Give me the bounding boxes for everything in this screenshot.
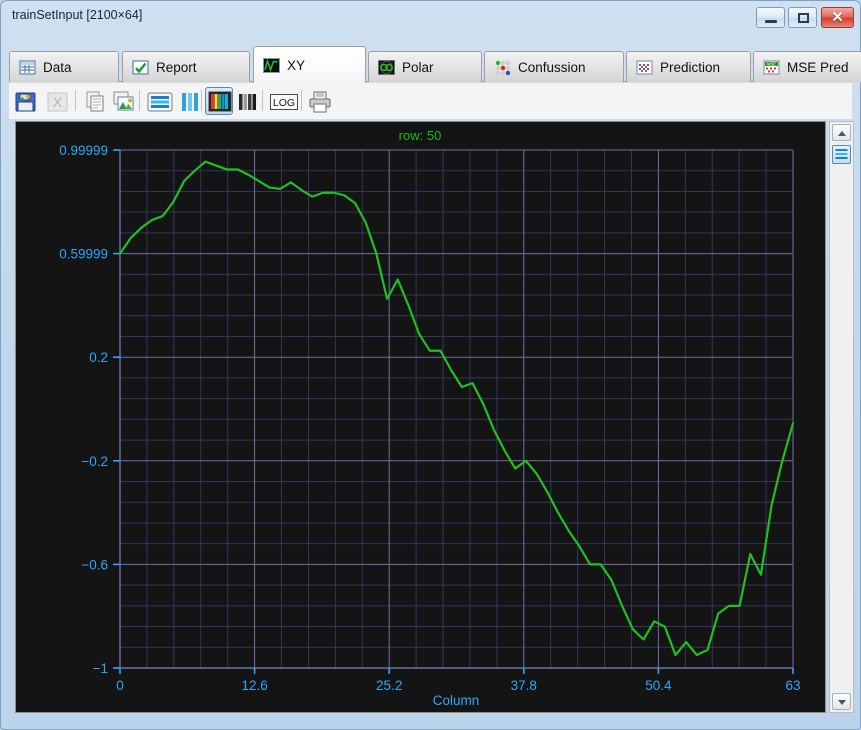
tab-data-label: Data xyxy=(43,59,72,75)
svg-text:−0.2: −0.2 xyxy=(81,454,108,469)
chart-title: row: 50 xyxy=(399,128,442,143)
svg-text:37.8: 37.8 xyxy=(511,678,537,693)
svg-text:X: X xyxy=(53,94,63,110)
tab-polar-label: Polar xyxy=(402,59,434,75)
xy-chart-panel[interactable]: 0 12.6 25.2 37.8 50.4 63 0.99999 0.59999 0.2 −0.2… xyxy=(15,121,826,713)
svg-text:LOG: LOG xyxy=(273,97,295,109)
chevron-up-icon xyxy=(838,131,846,136)
log-scale-button[interactable]: LOG xyxy=(267,87,299,115)
scroll-down-button[interactable] xyxy=(832,693,851,710)
x-axis-label: Column xyxy=(433,693,480,708)
toolbar-separator xyxy=(301,90,302,111)
xy-plot: 0 12.6 25.2 37.8 50.4 63 0.99999 0.59999 0.2 −0.2… xyxy=(16,122,825,712)
close-icon: ✕ xyxy=(831,9,844,26)
table-icon xyxy=(19,59,36,76)
toolbar-separator xyxy=(139,90,140,111)
maximize-button[interactable] xyxy=(788,7,817,28)
minimize-button[interactable] xyxy=(756,7,785,28)
window-title: trainSetInput [2100×64] xyxy=(12,8,143,22)
tab-polar[interactable]: Polar xyxy=(368,51,482,82)
plot-background xyxy=(16,122,825,712)
copy-data-button[interactable] xyxy=(81,87,109,115)
svg-text:0.99999: 0.99999 xyxy=(59,143,108,158)
mse-grid-icon: MSE xyxy=(763,59,780,76)
close-button[interactable]: ✕ xyxy=(821,7,854,28)
svg-text:0.2: 0.2 xyxy=(89,350,108,365)
horizontal-lines-button[interactable] xyxy=(145,87,173,115)
svg-text:0: 0 xyxy=(116,678,124,693)
polar-icon xyxy=(378,59,395,76)
gray-bars-button[interactable] xyxy=(233,87,261,115)
tab-prediction[interactable]: Prediction xyxy=(626,51,751,82)
scroll-up-button[interactable] xyxy=(832,124,851,141)
checkmark-icon xyxy=(132,59,149,76)
svg-text:0.59999: 0.59999 xyxy=(59,247,108,262)
tab-bar: Data Report XY Polar Confussion Predicti… xyxy=(9,46,861,83)
waveform-icon xyxy=(263,57,280,74)
toolbar-separator xyxy=(75,90,76,111)
tab-mse-pred-label: MSE Pred xyxy=(787,59,849,75)
tab-prediction-label: Prediction xyxy=(660,59,721,75)
tab-data[interactable]: Data xyxy=(9,51,119,82)
tab-xy[interactable]: XY xyxy=(253,46,366,83)
svg-text:25.2: 25.2 xyxy=(376,678,402,693)
vertical-bars-button[interactable] xyxy=(175,87,203,115)
copy-image-button[interactable] xyxy=(109,87,137,115)
side-lines-button[interactable] xyxy=(832,145,851,164)
tab-mse-pred[interactable]: MSE MSE Pred xyxy=(753,51,861,82)
tab-xy-label: XY xyxy=(287,57,306,73)
tab-confussion-label: Confussion xyxy=(518,59,586,75)
chart-toolbar: X LOG xyxy=(9,83,852,119)
export-excel-button[interactable]: X xyxy=(43,87,71,115)
toolbar-separator xyxy=(262,90,263,111)
title-bar: trainSetInput [2100×64] ✕ xyxy=(1,1,860,34)
save-image-button[interactable] xyxy=(11,87,39,115)
svg-text:−0.6: −0.6 xyxy=(81,557,108,572)
toolbar-separator xyxy=(201,90,202,111)
svg-text:MSE: MSE xyxy=(767,61,776,66)
chevron-down-icon xyxy=(838,700,846,705)
chart-side-toolbar xyxy=(829,121,854,713)
svg-text:63: 63 xyxy=(785,678,800,693)
print-button[interactable] xyxy=(305,87,333,115)
color-bars-button[interactable] xyxy=(205,87,233,115)
tab-confussion[interactable]: Confussion xyxy=(484,51,624,82)
maximize-icon xyxy=(798,13,809,23)
application-window: trainSetInput [2100×64] ✕ Data Report XY… xyxy=(0,0,861,730)
svg-text:12.6: 12.6 xyxy=(241,678,267,693)
svg-text:50.4: 50.4 xyxy=(645,678,672,693)
minimize-icon xyxy=(765,20,777,23)
grid-red-icon xyxy=(636,59,653,76)
tab-report-label: Report xyxy=(156,59,197,75)
tab-report[interactable]: Report xyxy=(122,51,250,82)
svg-text:−1: −1 xyxy=(93,661,108,676)
dots-grid-icon xyxy=(494,59,511,76)
